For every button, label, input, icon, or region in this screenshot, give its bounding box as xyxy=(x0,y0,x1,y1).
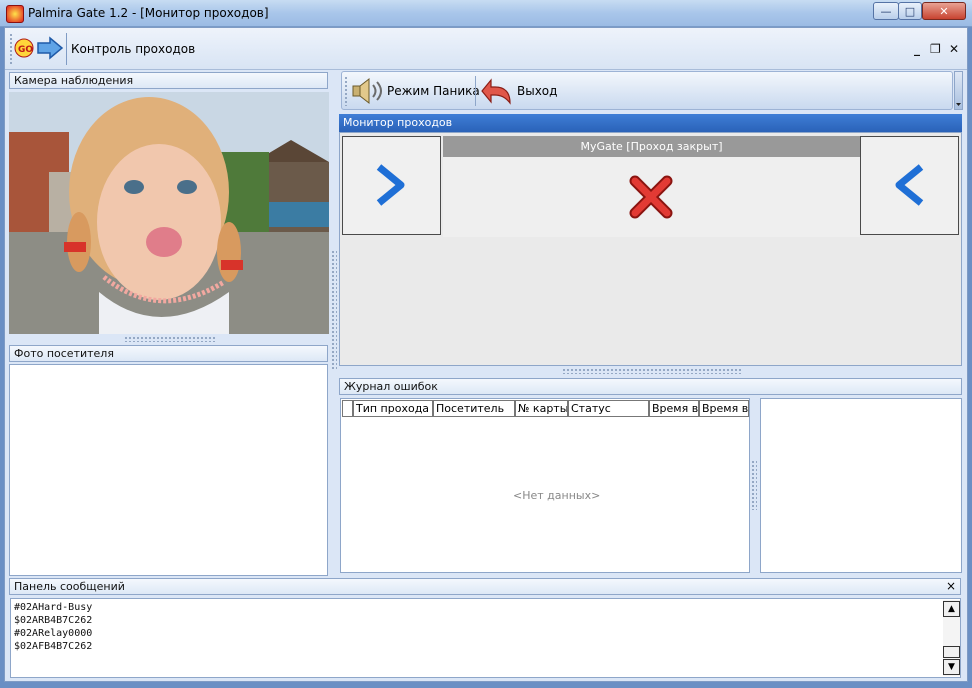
row-indicator-header xyxy=(342,400,353,417)
camera-panel-title: Камера наблюдения xyxy=(9,72,328,89)
toolbar-separator-2 xyxy=(475,76,476,106)
panic-mode-button[interactable]: Режим Паника xyxy=(387,84,480,98)
close-button[interactable]: ✕ xyxy=(922,2,966,20)
monitor-panel-title: Монитор проходов xyxy=(339,114,962,132)
toolbar-grip[interactable] xyxy=(9,33,13,65)
scroll-down-button[interactable]: ▼ xyxy=(943,659,960,675)
mdi-restore-button[interactable]: ❐ xyxy=(930,42,941,56)
mdi-close-button[interactable]: ✕ xyxy=(949,42,959,56)
minimize-button[interactable]: — xyxy=(873,2,899,20)
column-card-number[interactable]: № карты xyxy=(515,400,568,417)
speaker-icon[interactable] xyxy=(350,75,384,107)
message-line: $02AFB4B7C262 xyxy=(14,641,93,652)
exit-button[interactable]: Выход xyxy=(517,84,557,98)
error-splitter[interactable] xyxy=(751,460,757,510)
messages-panel-title: Панель сообщений xyxy=(9,578,961,595)
toolbar-overflow-button[interactable] xyxy=(954,71,963,110)
visitor-photo-panel-title: Фото посетителя xyxy=(9,345,328,362)
column-status[interactable]: Статус xyxy=(568,400,649,417)
camera-image xyxy=(9,92,329,334)
vertical-splitter[interactable] xyxy=(331,250,337,370)
camera-splitter[interactable] xyxy=(124,336,216,342)
chevron-left-icon xyxy=(895,164,924,206)
visitor-photo-area xyxy=(9,364,328,576)
window-title: Palmira Gate 1.2 - [Монитор проходов] xyxy=(28,6,269,20)
no-data-text: <Нет данных> xyxy=(513,489,601,502)
control-passes-label: Контроль проходов xyxy=(71,42,196,56)
column-exit-time[interactable]: Время вы xyxy=(699,400,749,417)
messages-log[interactable] xyxy=(10,598,961,678)
exit-direction-button[interactable] xyxy=(860,136,959,235)
maximize-button[interactable]: □ xyxy=(898,2,922,20)
arrow-right-icon[interactable] xyxy=(36,36,64,60)
entry-direction-button[interactable] xyxy=(342,136,441,235)
svg-text:GO: GO xyxy=(18,45,33,55)
scroll-thumb[interactable] xyxy=(943,646,960,658)
message-line: #02ARelay0000 xyxy=(14,628,93,639)
monitor-splitter[interactable] xyxy=(562,368,742,374)
error-detail-area xyxy=(760,398,962,573)
camera-view xyxy=(9,92,329,334)
message-line: #02AHard-Busy xyxy=(14,602,93,613)
column-visitor[interactable]: Посетитель xyxy=(433,400,515,417)
error-log-title: Журнал ошибок xyxy=(339,378,962,395)
go-logo-icon: GO xyxy=(14,38,34,58)
mdi-minimize-button[interactable]: _ xyxy=(914,42,920,56)
scroll-up-button[interactable]: ▲ xyxy=(943,601,960,617)
closed-cross-icon xyxy=(629,175,673,219)
column-entry-time[interactable]: Время вх xyxy=(649,400,699,417)
gate-state-area xyxy=(443,157,860,237)
messages-close-button[interactable]: × xyxy=(946,579,956,593)
gate-status: MyGate [Проход закрыт] xyxy=(443,136,860,157)
toolbar-separator xyxy=(66,33,67,65)
app-logo-icon xyxy=(6,5,24,23)
exit-arrow-icon[interactable] xyxy=(480,75,514,107)
message-line: $02ARB4B7C262 xyxy=(14,615,93,626)
error-log-grid xyxy=(340,398,750,573)
chevron-right-icon xyxy=(376,164,405,206)
toolbar-grip-2[interactable] xyxy=(344,76,348,106)
column-pass-type[interactable]: Тип прохода xyxy=(353,400,433,417)
